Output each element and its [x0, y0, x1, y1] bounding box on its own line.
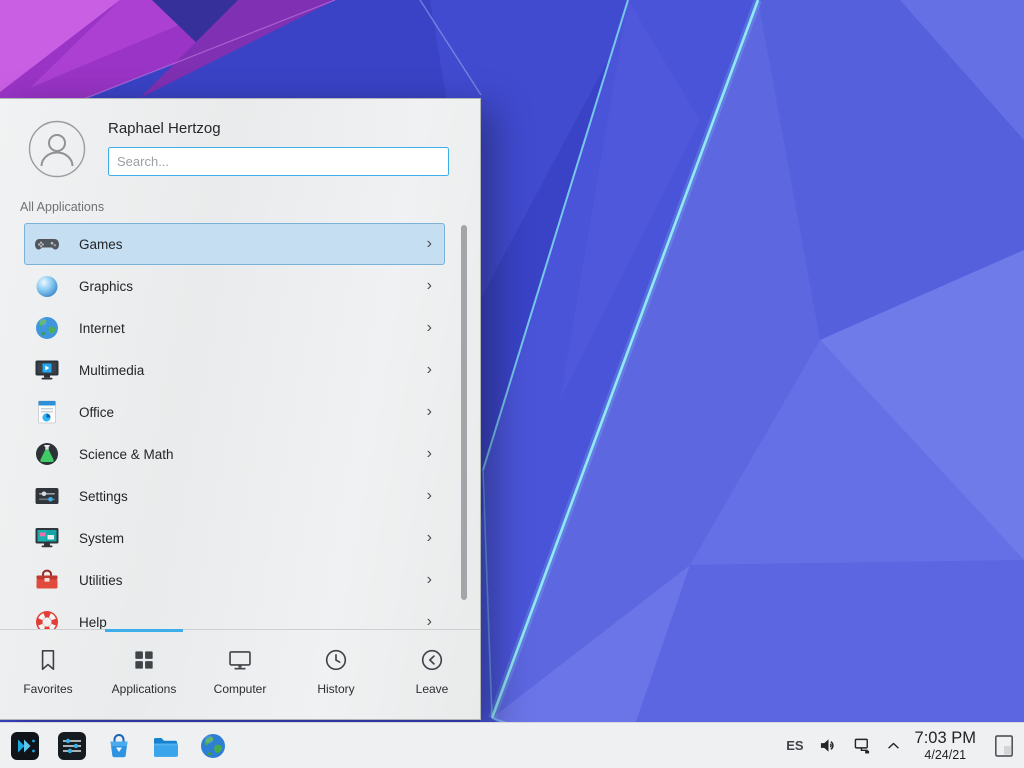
lifebuoy-icon [33, 608, 61, 629]
category-office[interactable]: Office [24, 391, 445, 433]
tab-history[interactable]: History [288, 630, 384, 719]
software-center-icon[interactable] [104, 731, 134, 761]
category-games[interactable]: Games [24, 223, 445, 265]
search-input[interactable] [108, 147, 449, 176]
category-settings[interactable]: Settings [24, 475, 445, 517]
tab-favorites[interactable]: Favorites [0, 630, 96, 719]
category-label: Help [79, 615, 107, 630]
tab-label: Favorites [23, 682, 72, 696]
category-label: Multimedia [79, 363, 144, 378]
submenu-arrow-icon [427, 530, 432, 546]
expand-tray-icon[interactable] [887, 741, 900, 750]
category-multimedia[interactable]: Multimedia [24, 349, 445, 391]
digital-clock[interactable]: 7:03 PM 4/24/21 [915, 729, 976, 761]
show-desktop-icon[interactable] [994, 734, 1014, 758]
application-launcher-menu: Raphael Hertzog All Applications Games G… [0, 98, 481, 720]
submenu-arrow-icon [427, 320, 432, 336]
category-list: Games Graphics Internet Multimedia [0, 223, 480, 629]
tab-label: Computer [214, 682, 267, 696]
globe-icon [33, 314, 61, 342]
category-label: Utilities [79, 573, 123, 588]
category-science-math[interactable]: Science & Math [24, 433, 445, 475]
submenu-arrow-icon [427, 404, 432, 420]
submenu-arrow-icon [427, 446, 432, 462]
launcher-header: Raphael Hertzog [0, 99, 480, 187]
category-utilities[interactable]: Utilities [24, 559, 445, 601]
tweaks-icon[interactable] [57, 731, 87, 761]
category-label: Office [79, 405, 114, 420]
category-label: Graphics [79, 279, 133, 294]
computer-icon [227, 647, 253, 673]
user-icon [28, 120, 86, 178]
gamepad-icon [33, 230, 61, 258]
section-label: All Applications [0, 187, 480, 223]
submenu-arrow-icon [427, 362, 432, 378]
category-label: Science & Math [79, 447, 174, 462]
submenu-arrow-icon [427, 278, 432, 294]
tab-applications[interactable]: Applications [96, 630, 192, 719]
sphere-icon [33, 272, 61, 300]
tab-label: Applications [112, 682, 177, 696]
category-label: Games [79, 237, 123, 252]
taskbar: ES 7:03 PM 4/24/21 [0, 722, 1024, 768]
document-chart-icon [33, 398, 61, 426]
control-panel-icon [33, 482, 61, 510]
category-internet[interactable]: Internet [24, 307, 445, 349]
submenu-arrow-icon [427, 488, 432, 504]
tab-computer[interactable]: Computer [192, 630, 288, 719]
file-manager-icon[interactable] [151, 731, 181, 761]
bookmark-icon [35, 647, 61, 673]
category-graphics[interactable]: Graphics [24, 265, 445, 307]
submenu-arrow-icon [427, 236, 432, 252]
category-help[interactable]: Help [24, 601, 445, 629]
clock-time: 7:03 PM [915, 729, 976, 747]
leave-icon [419, 647, 445, 673]
category-label: Settings [79, 489, 128, 504]
clock-date: 4/24/21 [915, 748, 976, 762]
app-grid-icon [131, 647, 157, 673]
submenu-arrow-icon [427, 614, 432, 629]
submenu-arrow-icon [427, 572, 432, 588]
system-monitor-icon [33, 524, 61, 552]
system-tray: ES 7:03 PM 4/24/21 [786, 729, 1014, 761]
tab-label: History [317, 682, 354, 696]
avatar[interactable] [28, 120, 86, 178]
scrollbar-thumb[interactable] [461, 225, 467, 600]
category-system[interactable]: System [24, 517, 445, 559]
volume-icon[interactable] [819, 737, 838, 754]
user-name: Raphael Hertzog [108, 120, 221, 137]
app-launcher-icon[interactable] [10, 731, 40, 761]
flask-icon [33, 440, 61, 468]
launcher-tab-bar: Favorites Applications Computer History … [0, 629, 480, 719]
category-label: Internet [79, 321, 125, 336]
media-screen-icon [33, 356, 61, 384]
web-browser-icon[interactable] [198, 731, 228, 761]
clock-icon [323, 647, 349, 673]
category-label: System [79, 531, 124, 546]
keyboard-layout-indicator[interactable]: ES [786, 738, 803, 753]
network-icon[interactable] [853, 737, 872, 754]
toolbox-icon [33, 566, 61, 594]
tab-leave[interactable]: Leave [384, 630, 480, 719]
tab-label: Leave [416, 682, 449, 696]
active-tab-indicator [105, 629, 183, 632]
